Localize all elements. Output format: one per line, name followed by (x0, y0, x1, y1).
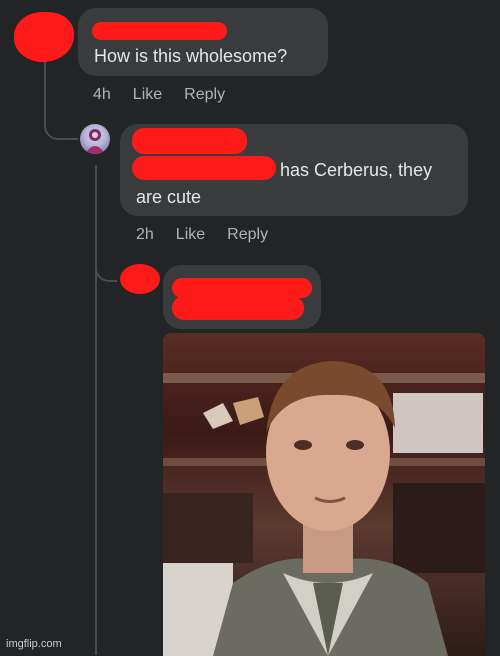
comment-meta-1: 4h Like Reply (93, 86, 225, 104)
like-button-1[interactable]: Like (133, 86, 162, 104)
comment-time-2: 2h (136, 226, 154, 243)
reply-button-1[interactable]: Reply (184, 86, 225, 104)
comment-text-2-line-2: are cute (136, 187, 202, 207)
redacted-username-3[interactable] (172, 278, 312, 298)
redacted-mention-2[interactable] (132, 156, 276, 180)
avatar-figure-icon (85, 129, 105, 154)
user-avatar-2[interactable] (80, 124, 110, 154)
like-button-2[interactable]: Like (176, 226, 205, 244)
redacted-text-3[interactable] (172, 296, 304, 320)
thread-connector-line-3 (95, 230, 117, 282)
reply-button-2[interactable]: Reply (227, 226, 268, 244)
redacted-username-1[interactable] (92, 22, 227, 40)
redacted-avatar-1[interactable] (14, 12, 74, 62)
man-in-suit-image (163, 361, 485, 656)
reaction-image[interactable] (163, 333, 485, 656)
imgflip-watermark: imgflip.com (6, 638, 62, 650)
comment-text-2-line-1: has Cerberus, they (280, 160, 433, 180)
thread-connector-line-1 (44, 60, 78, 140)
redacted-avatar-3[interactable] (120, 264, 160, 294)
comment-meta-2: 2h Like Reply (136, 226, 268, 244)
comment-text-1: How is this wholesome? (94, 46, 288, 66)
redacted-username-2[interactable] (132, 128, 247, 154)
comment-time-1: 4h (93, 86, 111, 103)
